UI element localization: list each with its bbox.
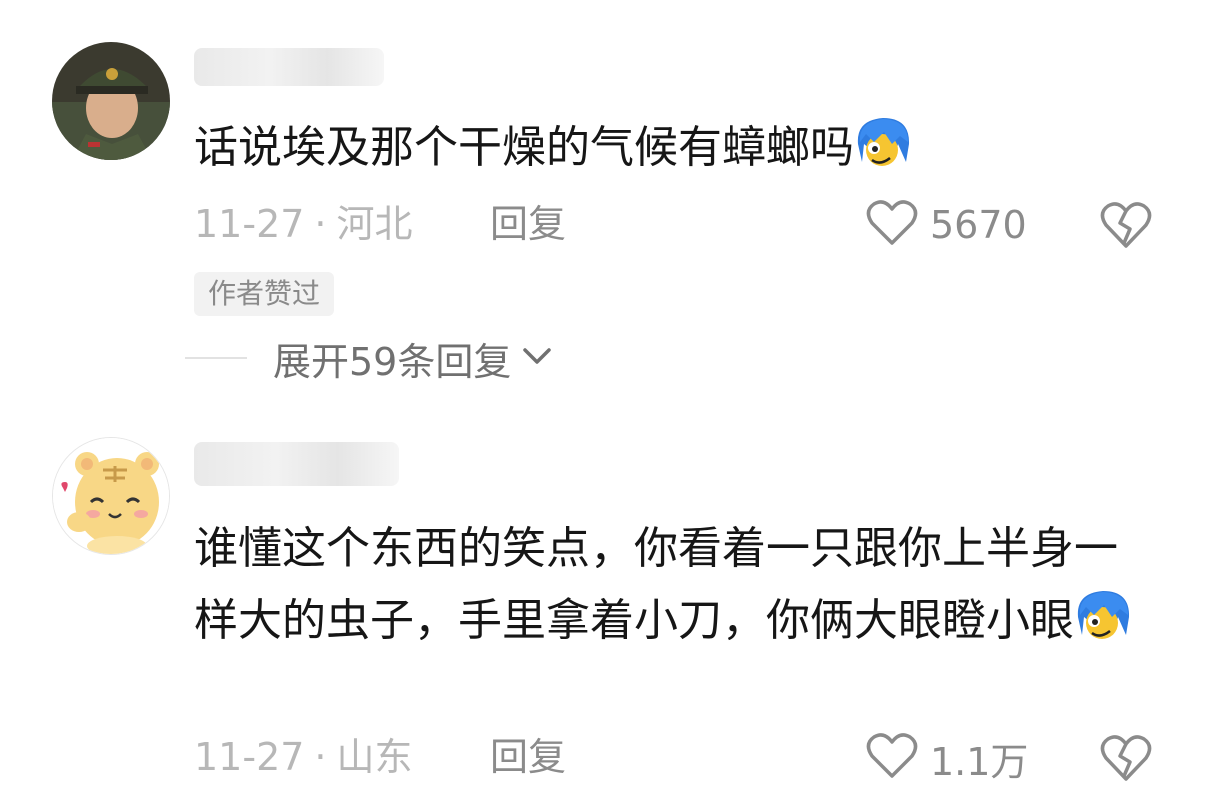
blue-hair-emoji-icon <box>1074 587 1132 645</box>
comment-meta: 11-27 · 山东 <box>194 733 413 781</box>
heart-outline-icon <box>866 199 918 251</box>
like-count: 5670 <box>930 203 1027 247</box>
comment-location: 山东 <box>336 735 413 779</box>
comment-date: 11-27 <box>194 202 305 246</box>
username-blurred[interactable] <box>194 48 384 86</box>
avatar[interactable] <box>52 437 170 555</box>
username-blurred[interactable] <box>194 442 399 486</box>
expand-replies-button[interactable]: 展开59条回复 <box>185 330 553 386</box>
author-liked-badge: 作者赞过 <box>194 272 335 316</box>
avatar[interactable] <box>52 42 170 160</box>
meta-separator: · <box>314 202 327 246</box>
dislike-button[interactable] <box>1100 199 1152 251</box>
comment-body: 谁懂这个东西的笑点，你看着一只跟你上半身一样大的虫子，手里拿着小刀，你俩大眼瞪小… <box>194 523 1118 646</box>
broken-heart-icon <box>1100 735 1152 788</box>
meta-separator: · <box>314 735 327 779</box>
heart-outline-icon <box>866 732 918 784</box>
comment-location: 河北 <box>336 202 413 246</box>
comment-meta: 11-27 · 河北 <box>194 200 413 248</box>
comment-text: 谁懂这个东西的笑点，你看着一只跟你上半身一样大的虫子，手里拿着小刀，你俩大眼瞪小… <box>194 513 1156 657</box>
comment-body: 话说埃及那个干燥的气候有蟑螂吗 <box>194 122 854 173</box>
comment-item: 话说埃及那个干燥的气候有蟑螂吗 11-27 · 河北 回复 5670 作者赞过 … <box>0 0 1216 400</box>
dislike-button[interactable] <box>1100 732 1152 784</box>
blue-hair-emoji-icon <box>854 114 912 172</box>
comment-text: 话说埃及那个干燥的气候有蟑螂吗 <box>194 112 1156 184</box>
like-count: 1.1万 <box>930 739 1029 784</box>
chevron-down-icon <box>511 346 553 370</box>
reply-button[interactable]: 回复 <box>490 733 566 781</box>
reply-button[interactable]: 回复 <box>490 200 566 248</box>
broken-heart-icon <box>1100 202 1152 255</box>
comment-item: 谁懂这个东西的笑点，你看着一只跟你上半身一样大的虫子，手里拿着小刀，你俩大眼瞪小… <box>0 420 1216 810</box>
like-button[interactable]: 5670 <box>866 197 1027 253</box>
expand-replies-label: 展开59条回复 <box>273 339 512 384</box>
like-button[interactable]: 1.1万 <box>866 730 1028 786</box>
comment-date: 11-27 <box>194 735 305 779</box>
divider <box>185 357 247 359</box>
